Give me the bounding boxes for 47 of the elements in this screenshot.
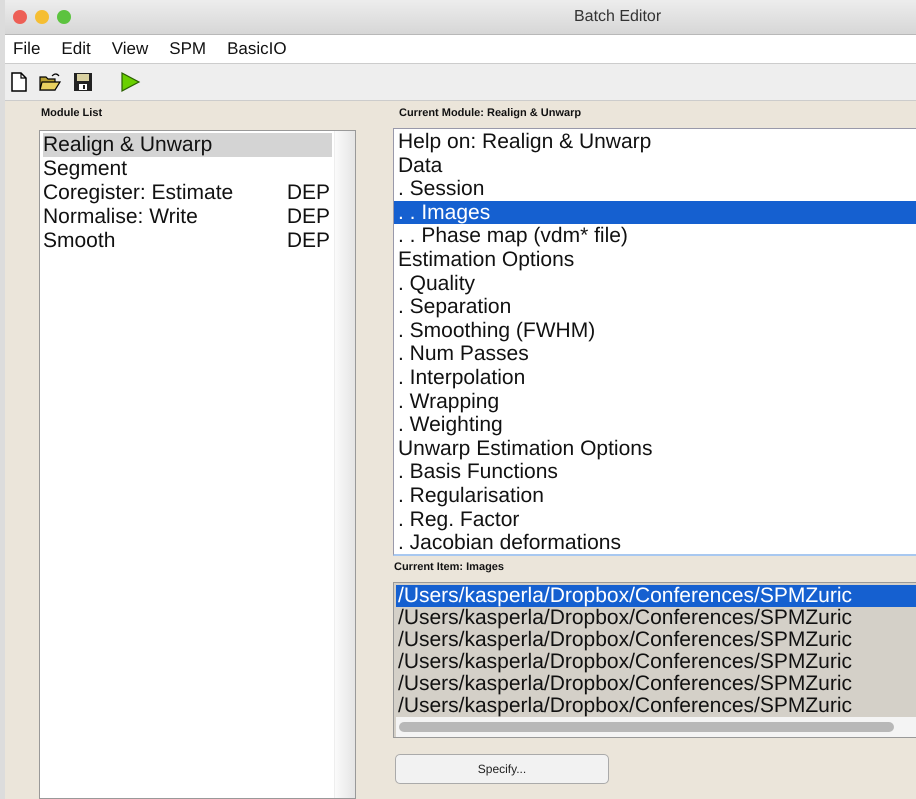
minimize-button[interactable] (35, 10, 49, 24)
option-item[interactable]: . Num Passes (394, 342, 916, 366)
file-item[interactable]: /Users/kasperla/Dropbox/Conferences/SPMZuric (396, 695, 916, 717)
option-item[interactable]: . Separation (394, 295, 916, 319)
module-item[interactable]: Realign & Unwarp (43, 133, 332, 157)
option-item[interactable]: . Regularisation (394, 484, 916, 508)
menu-item[interactable]: SPM (169, 39, 206, 59)
menu-item[interactable]: BasicIO (227, 39, 287, 59)
option-item[interactable]: Unwarp Estimation Options (394, 436, 916, 460)
file-item[interactable]: /Users/kasperla/Dropbox/Conferences/SPMZuric (396, 585, 916, 607)
option-item[interactable]: . Smoothing (FWHM) (394, 318, 916, 342)
file-item[interactable]: /Users/kasperla/Dropbox/Conferences/SPMZuric (396, 651, 916, 673)
option-item[interactable]: Estimation Options (394, 248, 916, 272)
option-item[interactable]: . . Images (394, 200, 916, 224)
save-icon[interactable] (73, 72, 93, 92)
option-item[interactable]: . Basis Functions (394, 460, 916, 484)
module-item[interactable]: Segment (43, 157, 332, 181)
option-item[interactable]: . Session (394, 177, 916, 201)
new-file-icon[interactable] (11, 72, 27, 92)
file-item[interactable]: /Users/kasperla/Dropbox/Conferences/SPMZuric (396, 607, 916, 629)
option-item[interactable]: . Jacobian deformations (394, 531, 916, 554)
module-item[interactable]: Normalise: Write DEP (43, 205, 332, 229)
menu-item[interactable]: Edit (61, 39, 91, 59)
option-item[interactable]: . Quality (394, 272, 916, 296)
option-item[interactable]: Help on: Realign & Unwarp (394, 130, 916, 154)
scrollbar-thumb[interactable] (399, 722, 894, 732)
file-item[interactable]: /Users/kasperla/Dropbox/Conferences/SPMZuric (396, 673, 916, 695)
menu-item[interactable]: View (112, 39, 148, 59)
module-item[interactable]: Smooth DEP (43, 229, 332, 253)
option-item[interactable]: . Weighting (394, 413, 916, 437)
zoom-button[interactable] (57, 10, 71, 24)
file-item[interactable]: /Users/kasperla/Dropbox/Conferences/SPMZuric (396, 629, 916, 651)
module-list-label: Module List (41, 107, 104, 121)
current-module-label: Current Module: Realign & Unwarp (399, 107, 582, 121)
option-item[interactable]: Data (394, 154, 916, 178)
run-icon[interactable] (119, 71, 141, 93)
option-item[interactable]: . Reg. Factor (394, 508, 916, 532)
window-title: Batch Editor (574, 8, 662, 26)
menu-item[interactable]: File (13, 39, 40, 59)
option-item[interactable]: . . Phase map (vdm* file) (394, 224, 916, 248)
close-button[interactable] (13, 10, 27, 24)
module-item[interactable]: Coregister: Estimate DEP (43, 181, 332, 205)
option-item[interactable]: . Wrapping (394, 390, 916, 414)
folder-icon[interactable] (39, 72, 61, 92)
current-item-label: Current Item: Images (394, 561, 506, 575)
option-item[interactable]: . Interpolation (394, 366, 916, 390)
specify-button[interactable]: Specify... (395, 754, 609, 784)
